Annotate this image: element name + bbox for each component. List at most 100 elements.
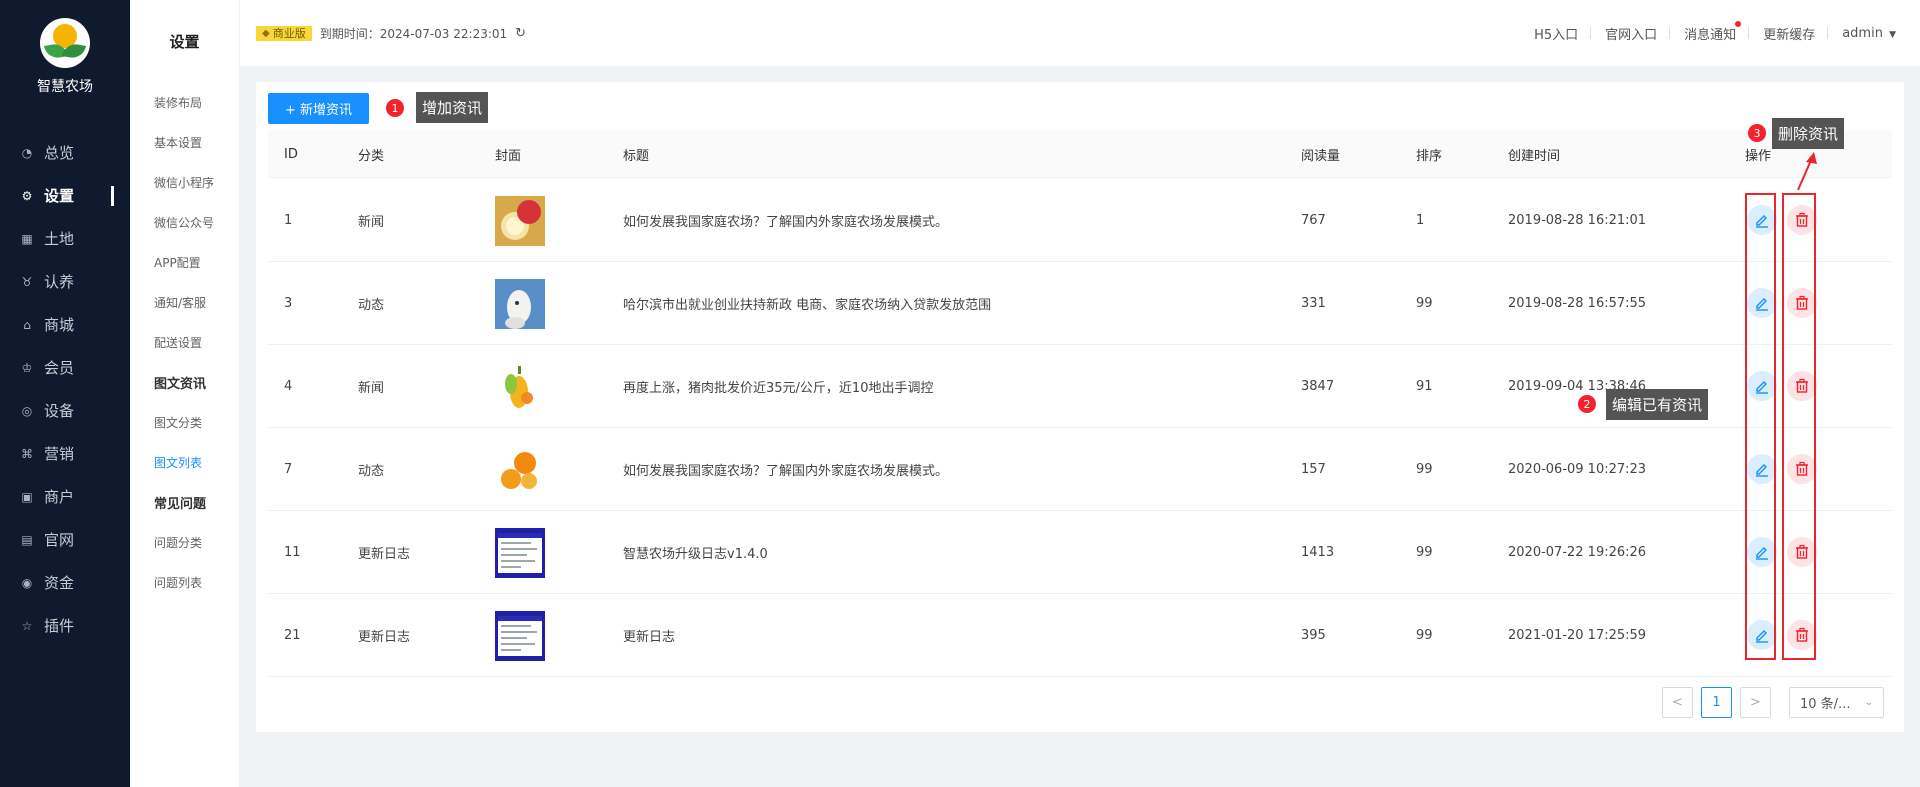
next-page-button[interactable]: > — [1740, 687, 1771, 718]
website-entry-link[interactable]: 官网入口 — [1605, 24, 1657, 43]
table-row: 7 动态 如何发展我国家庭农场？了解国内外家庭农场发展模式。 157 99 2020-06… — [268, 428, 1892, 511]
notification-dot — [1735, 20, 1742, 27]
submenu-item-8[interactable]: 图文分类 — [130, 402, 239, 442]
cell-cover — [495, 594, 545, 677]
sidebar-item-label: 会员 — [44, 359, 75, 377]
caret-down-icon: ▼ — [1889, 29, 1896, 40]
cell-sort: 99 — [1416, 462, 1433, 477]
refresh-icon[interactable]: ↻ — [515, 26, 526, 41]
submenu-item-3[interactable]: 微信公众号 — [130, 202, 239, 242]
submenu-item-5[interactable]: 通知/客服 — [130, 282, 239, 322]
callout-number-2: 2 — [1578, 395, 1596, 413]
cell-sort: 99 — [1416, 545, 1433, 560]
submenu-group-10: 常见问题 — [154, 496, 207, 512]
page-1-button[interactable]: 1 — [1701, 687, 1732, 718]
device-icon: ◎ — [21, 403, 33, 418]
sidebar-item-label: 资金 — [44, 574, 75, 592]
header-category: 分类 — [358, 148, 385, 164]
sidebar-item-1[interactable]: ⚙ 设置 — [0, 174, 130, 217]
table-row: 21 更新日志 更新日志 395 99 2021-01-20 17:25:59 — [268, 594, 1892, 677]
submenu-item-2[interactable]: 微信小程序 — [130, 162, 239, 202]
member-icon: ♔ — [21, 360, 33, 375]
submenu-item-11[interactable]: 问题分类 — [130, 522, 239, 562]
cell-views: 395 — [1301, 628, 1326, 643]
cell-views: 767 — [1301, 213, 1326, 228]
cell-sort: 99 — [1416, 296, 1433, 311]
cell-created: 2020-06-09 10:27:23 — [1508, 462, 1647, 477]
cell-title: 智慧农场升级日志v1.4.0 — [623, 547, 768, 562]
header-created: 创建时间 — [1508, 148, 1561, 164]
cell-created: 2019-08-28 16:21:01 — [1508, 213, 1647, 228]
sidebar-item-11[interactable]: ☆ 插件 — [0, 604, 130, 647]
submenu-item-6[interactable]: 配送设置 — [130, 322, 239, 362]
cell-id: 11 — [284, 545, 301, 560]
cell-title: 哈尔滨市出就业创业扶持新政 电商、家庭农场纳入贷款发放范围 — [623, 298, 992, 313]
callout-arrow — [1797, 152, 1817, 191]
cell-category: 新闻 — [358, 381, 385, 396]
sidebar-item-2[interactable]: ▦ 土地 — [0, 217, 130, 260]
expire-time: 到期时间：2024-07-03 22:23:01 — [319, 26, 508, 41]
merchant-icon: ▣ — [21, 489, 33, 504]
notification-link[interactable]: 消息通知 — [1684, 20, 1742, 43]
update-cache-link[interactable]: 更新缓存 — [1763, 24, 1815, 43]
cell-category: 动态 — [358, 298, 385, 313]
cell-sort: 1 — [1416, 213, 1425, 228]
h5-entry-link[interactable]: H5入口 — [1534, 24, 1578, 43]
fruit-splash-cover — [495, 361, 545, 412]
sidebar-item-8[interactable]: ▣ 商户 — [0, 475, 130, 518]
main-sidebar: 智慧农场 ◔ 总览 ⚙ 设置 ▦ 土地 ♉ 认养 ⌂ 商城 ♔ 会员 ◎ 设备 ⌘ 营销 ▣ 商户 ▤ 官网 ◉ 资金 ☆ 插… — [0, 0, 130, 787]
notification-label: 消息通知 — [1684, 27, 1737, 43]
table-header: ID 分类 封面 标题 阅读量 排序 创建时间 操作 — [268, 130, 1892, 178]
dashboard-icon: ◔ — [21, 145, 33, 160]
sidebar-item-7[interactable]: ⌘ 营销 — [0, 432, 130, 475]
sidebar-item-10[interactable]: ◉ 资金 — [0, 561, 130, 604]
brand-logo[interactable]: 智慧农场 — [0, 18, 130, 96]
cell-cover — [495, 511, 545, 594]
page-size-select[interactable]: 10 条/... ⌄ — [1789, 687, 1884, 718]
star-icon: ☆ — [21, 618, 33, 633]
sidebar-item-label: 设置 — [44, 187, 75, 205]
cell-created: 2020-07-22 19:26:26 — [1508, 545, 1647, 560]
cell-views: 3847 — [1301, 379, 1335, 394]
submenu-item-1[interactable]: 基本设置 — [130, 122, 239, 162]
submenu-item-4[interactable]: APP配置 — [130, 242, 239, 282]
changelog-cover — [495, 527, 545, 578]
cell-id: 21 — [284, 628, 301, 643]
gear-icon: ⚙ — [21, 188, 33, 203]
sidebar-item-label: 官网 — [44, 531, 75, 549]
money-icon: ◉ — [21, 575, 33, 590]
user-menu[interactable]: admin ▼ — [1842, 26, 1896, 41]
callout-number-3: 3 — [1748, 124, 1766, 142]
app-root: 智慧农场 ◔ 总览 ⚙ 设置 ▦ 土地 ♉ 认养 ⌂ 商城 ♔ 会员 ◎ 设备 ⌘ 营销 ▣ 商户 ▤ 官网 ◉ 资金 ☆ 插… — [0, 0, 1920, 787]
sidebar-item-6[interactable]: ◎ 设备 — [0, 389, 130, 432]
callout-delete: 删除资讯 — [1772, 118, 1845, 149]
sidebar-item-5[interactable]: ♔ 会员 — [0, 346, 130, 389]
header-sort: 排序 — [1416, 148, 1443, 164]
submenu-item-0[interactable]: 装修布局 — [130, 82, 239, 122]
sidebar-item-3[interactable]: ♉ 认养 — [0, 260, 130, 303]
sidebar-item-9[interactable]: ▤ 官网 — [0, 518, 130, 561]
cell-category: 更新日志 — [358, 630, 411, 645]
shop-icon: ⌂ — [23, 317, 31, 332]
grid-icon: ▦ — [21, 231, 33, 246]
cell-created: 2019-08-28 16:57:55 — [1508, 296, 1647, 311]
sidebar-item-0[interactable]: ◔ 总览 — [0, 131, 130, 174]
farm-logo-icon — [40, 18, 90, 68]
table-row: 1 新闻 如何发展我国家庭农场？了解国内外家庭农场发展模式。 767 1 2019-08-… — [268, 179, 1892, 262]
goat-cover — [495, 278, 545, 329]
submenu-item-12[interactable]: 问题列表 — [130, 562, 239, 602]
cell-category: 新闻 — [358, 215, 385, 230]
sidebar-item-4[interactable]: ⌂ 商城 — [0, 303, 130, 346]
page-size-label: 10 条/... — [1800, 697, 1851, 712]
cell-cover — [495, 345, 545, 428]
callout-add: 增加资讯 — [416, 92, 489, 123]
cell-cover — [495, 262, 545, 345]
callout-number-1: 1 — [386, 99, 404, 117]
cell-title: 如何发展我国家庭农场？了解国内外家庭农场发展模式。 — [623, 215, 949, 230]
sidebar-item-label: 商户 — [44, 488, 75, 506]
sidebar-item-label: 插件 — [44, 617, 75, 635]
sidebar-item-label: 总览 — [44, 144, 75, 162]
submenu-item-9[interactable]: 图文列表 — [130, 442, 239, 482]
add-article-button[interactable]: + 新增资讯 — [268, 93, 369, 124]
prev-page-button[interactable]: < — [1662, 687, 1693, 718]
